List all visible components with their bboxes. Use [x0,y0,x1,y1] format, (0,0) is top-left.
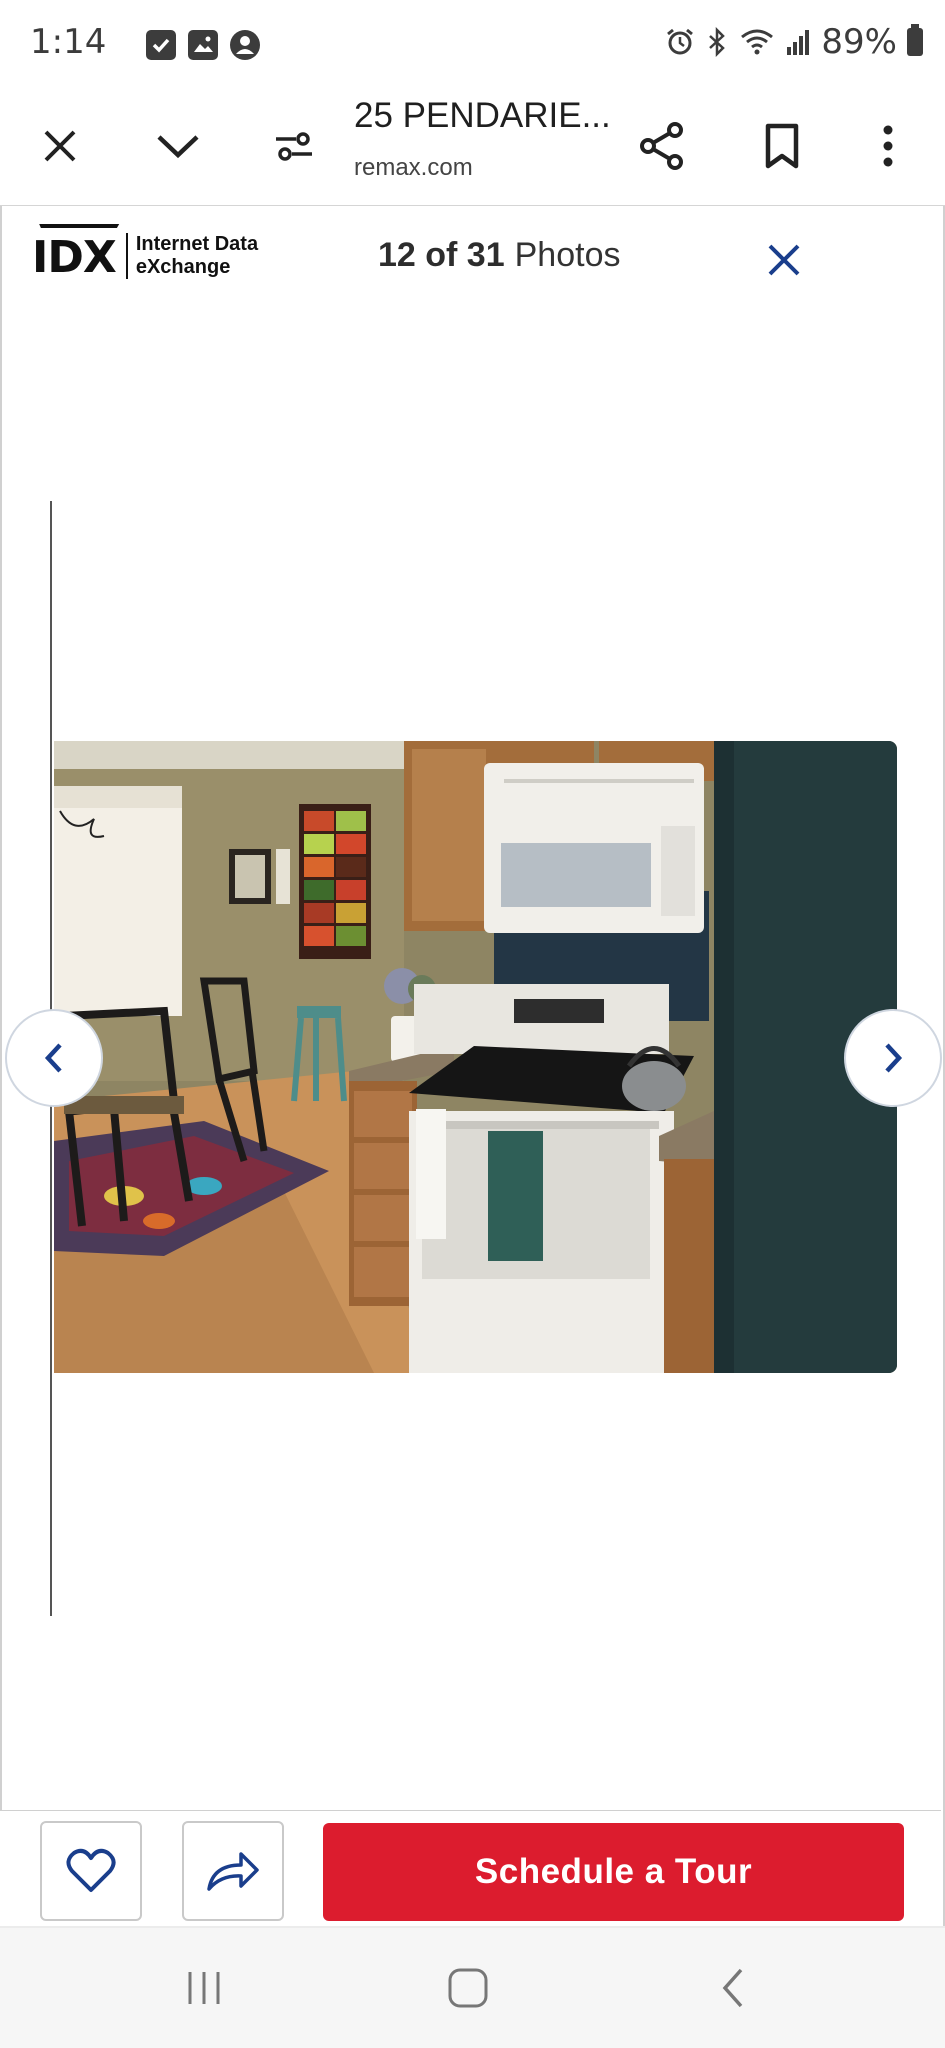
favorite-button[interactable] [40,1821,142,1921]
battery-icon [907,24,923,56]
schedule-tour-button[interactable]: Schedule a Tour [323,1823,904,1921]
account-icon [230,30,260,60]
idx-logo: IDX Internet Data eXchange [32,228,258,283]
bluetooth-icon [709,27,726,57]
minimize-tab-button[interactable] [142,110,214,182]
idx-logo-mark: IDX [32,228,117,283]
chevron-left-icon [44,1043,62,1073]
android-navigation-bar [0,1928,945,2048]
close-tab-button[interactable] [24,110,96,182]
more-options-button[interactable] [852,110,924,182]
close-icon [44,130,76,162]
share-page-button[interactable] [626,110,698,182]
share-listing-button[interactable] [182,1821,284,1921]
page-settings-button[interactable] [258,110,330,182]
status-time: 1:14 [30,22,107,62]
recents-button[interactable] [174,1958,234,2018]
idx-logo-line1: Internet Data [135,232,259,255]
recents-icon [188,1972,220,2004]
back-button[interactable] [704,1958,764,2018]
bookmark-icon [765,123,799,169]
back-icon [722,1968,743,2008]
close-icon [768,244,800,276]
signal-icon [787,30,810,55]
status-bar: 1:14 89% [0,0,945,88]
close-gallery-button[interactable] [756,232,812,288]
photo-counter-value: 12 of 31 [378,236,505,274]
share-icon [640,122,683,170]
share-arrow-icon [207,1852,259,1891]
photo-counter: 12 of 31 Photos [378,236,620,275]
bookmark-button[interactable] [746,110,818,182]
more-vert-icon [883,125,893,167]
idx-logo-line2: eXchange [135,255,231,278]
home-button[interactable] [438,1958,498,2018]
alarm-icon [667,28,694,55]
checkbox-icon [146,30,176,60]
previous-photo-button[interactable] [5,1009,103,1107]
chevron-right-icon [885,1043,903,1073]
photo-counter-suffix: Photos [514,236,621,274]
heart-icon [66,1848,116,1892]
listing-action-bar: Schedule a Tour [0,1810,941,1926]
page-title: 25 PENDARIE... [354,96,611,135]
photo-gallery-modal: IDX Internet Data eXchange 12 of 31 Photo… [0,206,945,1926]
page-domain: remax.com [354,154,473,181]
next-photo-button[interactable] [844,1009,942,1107]
listing-photo[interactable] [54,741,897,1373]
chevron-down-icon [157,135,199,159]
wifi-icon [741,29,774,55]
system-status: 89% [665,22,923,62]
home-icon [448,1968,488,2008]
notification-icons [146,30,260,60]
gallery-icon [188,30,218,60]
browser-toolbar: 25 PENDARIE... remax.com [0,88,945,206]
tune-icon [276,132,312,161]
battery-percent: 89% [821,22,897,62]
